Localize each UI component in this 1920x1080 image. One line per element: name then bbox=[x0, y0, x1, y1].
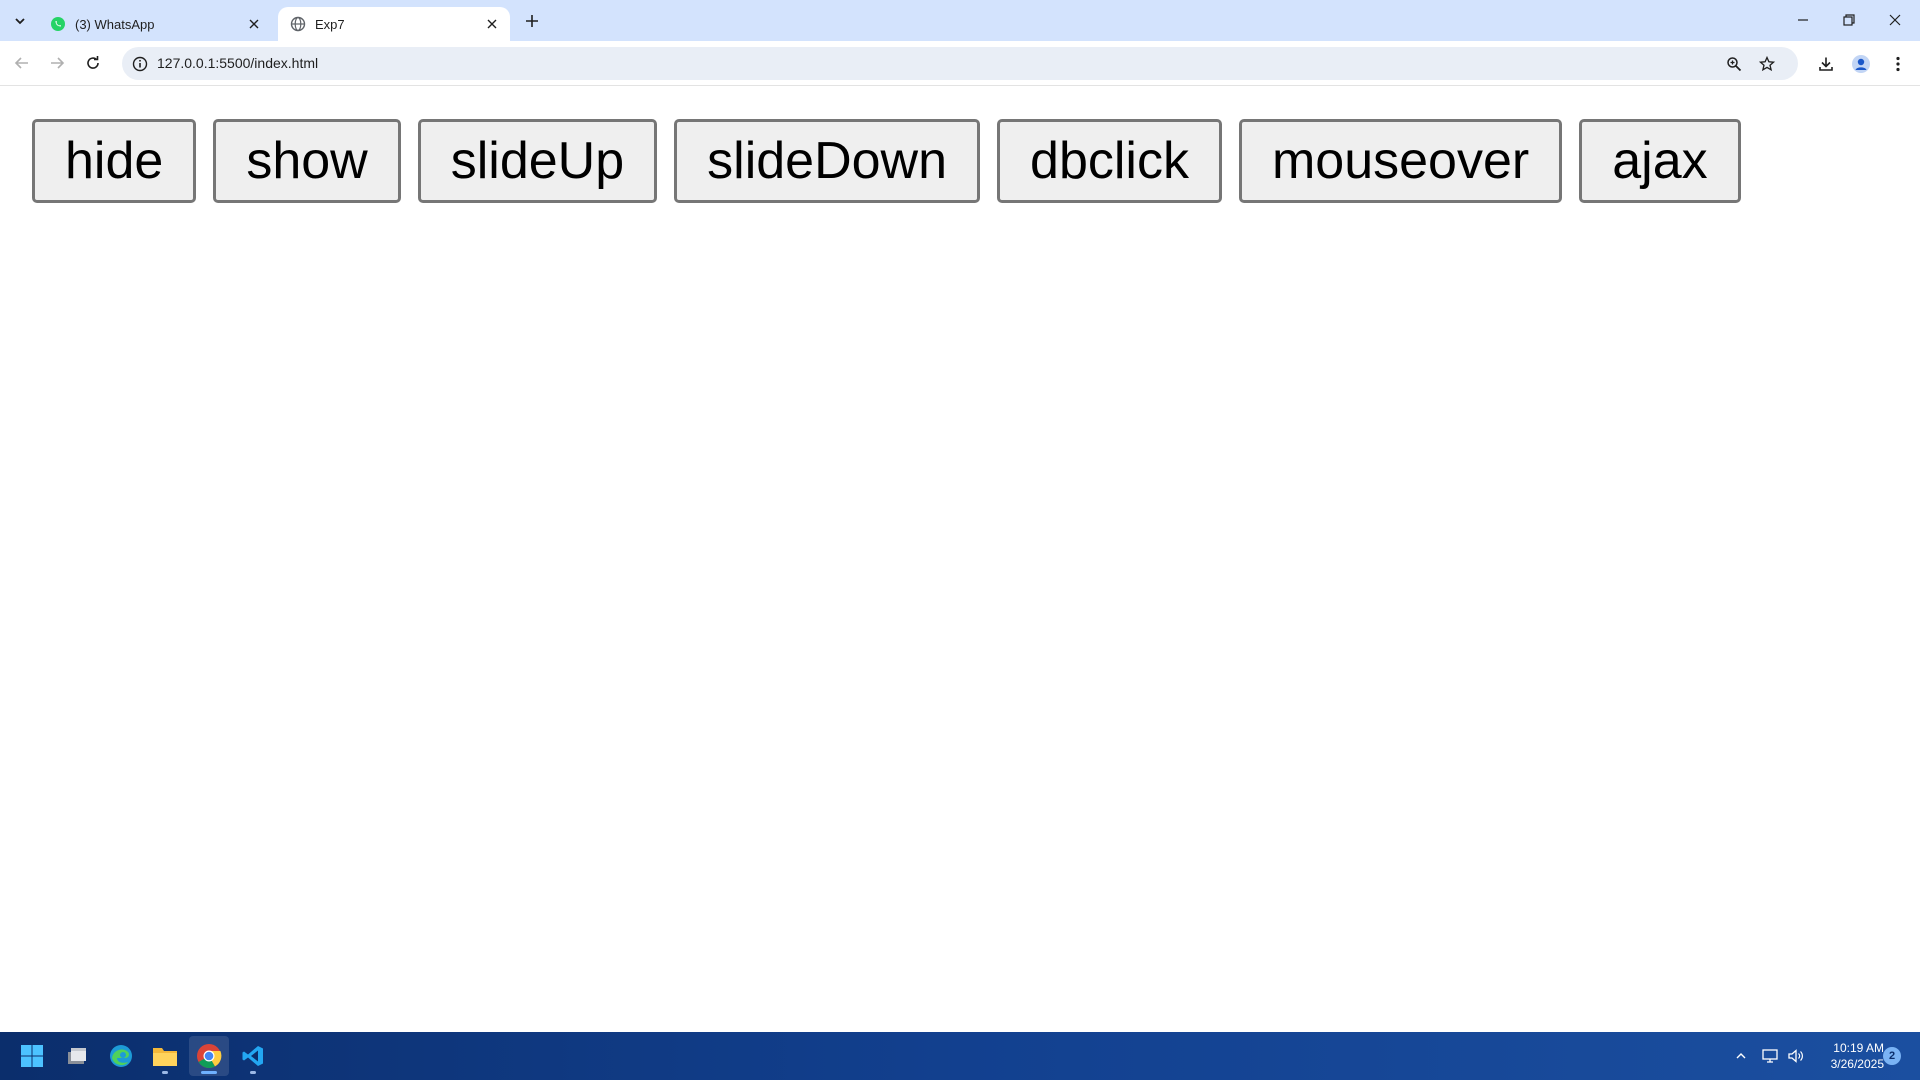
clock-date: 3/26/2025 bbox=[1830, 1057, 1884, 1071]
close-window-button[interactable] bbox=[1872, 0, 1918, 40]
url-text[interactable]: 127.0.0.1:5500/index.html bbox=[157, 55, 318, 71]
arrow-right-icon bbox=[51, 57, 65, 69]
arrow-left-icon bbox=[14, 57, 28, 69]
chrome-icon bbox=[197, 1044, 222, 1069]
network-status[interactable] bbox=[1759, 1044, 1783, 1068]
forward-button[interactable] bbox=[43, 49, 71, 77]
clock[interactable]: 10:19 AM 3/26/2025 bbox=[1812, 1040, 1884, 1072]
chevron-up-icon bbox=[1736, 1053, 1746, 1059]
restore-button[interactable] bbox=[1826, 0, 1872, 40]
tab-whatsapp[interactable]: (3) WhatsApp bbox=[38, 7, 272, 41]
reload-button[interactable] bbox=[79, 49, 107, 77]
minimize-button[interactable] bbox=[1780, 0, 1826, 40]
tab-title: (3) WhatsApp bbox=[75, 16, 155, 32]
minimize-icon bbox=[1798, 19, 1808, 21]
tab-title: Exp7 bbox=[315, 16, 345, 32]
back-button[interactable] bbox=[8, 49, 36, 77]
file-explorer-icon bbox=[153, 1048, 177, 1066]
windows-start-icon bbox=[21, 1045, 43, 1067]
taskbar: 10:19 AM 3/26/2025 2 bbox=[0, 1032, 1920, 1080]
taskbar-chrome[interactable] bbox=[189, 1036, 229, 1076]
plus-icon bbox=[526, 15, 538, 27]
downloads-button[interactable] bbox=[1811, 49, 1841, 79]
more-vert-icon bbox=[1896, 56, 1900, 72]
tab-search-button[interactable] bbox=[7, 8, 33, 34]
close-icon[interactable] bbox=[244, 14, 264, 34]
tab-strip: (3) WhatsApp Exp7 bbox=[0, 0, 1920, 41]
page-content: hide show slideUp slideDown dbclick mous… bbox=[0, 87, 1920, 1032]
reload-icon bbox=[87, 56, 99, 69]
taskbar-vscode[interactable] bbox=[233, 1036, 273, 1076]
active-indicator bbox=[201, 1071, 217, 1074]
notification-badge[interactable]: 2 bbox=[1883, 1047, 1901, 1065]
zoom-icon[interactable] bbox=[1722, 52, 1746, 76]
dbclick-button[interactable]: dbclick bbox=[997, 119, 1222, 203]
ajax-button[interactable]: ajax bbox=[1579, 119, 1741, 203]
taskbar-file-explorer[interactable] bbox=[145, 1036, 185, 1076]
address-bar[interactable]: 127.0.0.1:5500/index.html bbox=[122, 47, 1798, 80]
download-icon bbox=[1819, 57, 1833, 71]
restore-icon bbox=[1843, 14, 1855, 26]
globe-icon bbox=[290, 16, 306, 32]
edge-icon bbox=[110, 1045, 132, 1067]
button-row: hide show slideUp slideDown dbclick mous… bbox=[32, 119, 1741, 203]
show-button[interactable]: show bbox=[213, 119, 401, 203]
network-icon bbox=[1762, 1049, 1778, 1063]
slidedown-button[interactable]: slideDown bbox=[674, 119, 981, 203]
mouseover-button[interactable]: mouseover bbox=[1238, 119, 1563, 203]
start-button[interactable] bbox=[12, 1036, 52, 1076]
avatar-icon bbox=[1852, 55, 1870, 73]
running-indicator bbox=[250, 1071, 256, 1074]
new-tab-button[interactable] bbox=[519, 8, 545, 34]
close-icon[interactable] bbox=[482, 14, 502, 34]
clock-time: 10:19 AM bbox=[1833, 1041, 1884, 1055]
profile-button[interactable] bbox=[1846, 49, 1876, 79]
running-indicator bbox=[162, 1071, 168, 1074]
hide-button[interactable]: hide bbox=[32, 119, 197, 203]
taskbar-edge[interactable] bbox=[101, 1036, 141, 1076]
close-icon bbox=[1889, 14, 1901, 26]
bookmark-star-icon[interactable] bbox=[1755, 52, 1779, 76]
taskbar-file-manager[interactable] bbox=[57, 1036, 97, 1076]
file-manager-icon bbox=[68, 1048, 86, 1064]
browser-toolbar: 127.0.0.1:5500/index.html bbox=[0, 41, 1920, 86]
slideup-button[interactable]: slideUp bbox=[417, 119, 658, 203]
tab-exp7[interactable]: Exp7 bbox=[278, 7, 510, 41]
whatsapp-icon bbox=[50, 16, 66, 32]
site-info-icon[interactable] bbox=[128, 52, 152, 76]
vscode-icon bbox=[242, 1046, 263, 1066]
volume-control[interactable] bbox=[1784, 1044, 1808, 1068]
speaker-icon bbox=[1788, 1049, 1803, 1063]
chevron-down-icon bbox=[15, 18, 25, 25]
show-hidden-icons-button[interactable] bbox=[1729, 1044, 1753, 1068]
menu-button[interactable] bbox=[1883, 49, 1913, 79]
